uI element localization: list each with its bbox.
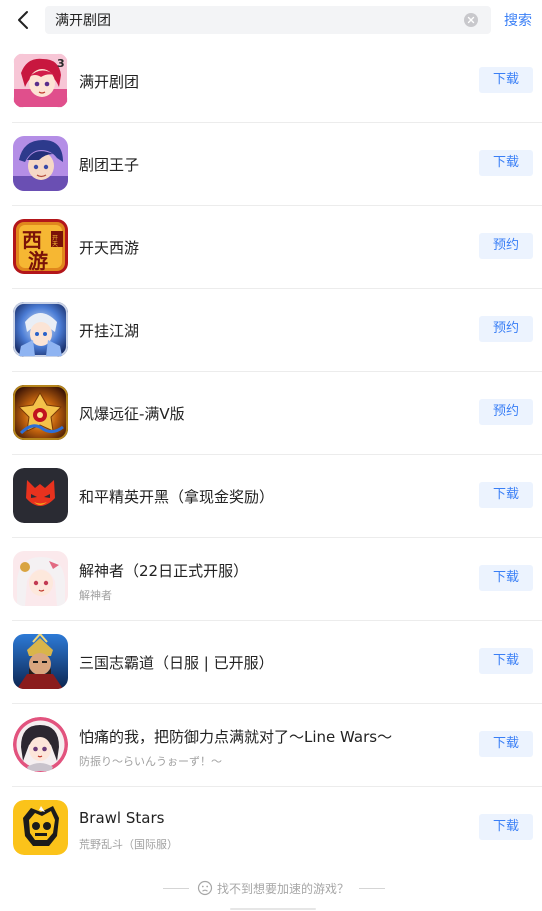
search-box [45,6,491,34]
game-title: 开挂江湖 [79,322,140,340]
list-item[interactable]: 剧团王子 下载 [0,123,542,206]
download-button[interactable]: 下载 [479,648,533,674]
list-item[interactable]: 3 满开剧团 下载 [0,40,542,123]
download-button[interactable]: 下载 [479,150,533,176]
svg-text:游: 游 [28,249,48,273]
anime-boy-purple-icon [13,136,68,191]
search-input[interactable] [55,6,455,34]
list-item[interactable]: Brawl Stars 荒野乱斗（国际服） 下载 [0,787,542,870]
chibi-girl-icon [13,717,68,772]
reserve-button[interactable]: 预约 [479,316,533,342]
white-hair-girl-icon [13,551,68,606]
game-subtitle: 防振り〜らいんうぉーず！〜 [79,755,222,768]
list-item[interactable]: 西 游 开 天 开天西游 预约 [0,206,542,289]
list-item[interactable]: 怕痛的我，把防御力点满就对了〜Line Wars〜 防振り〜らいんうぉーず！〜 … [0,704,542,787]
game-title: 开天西游 [79,239,140,257]
list-item[interactable]: 风爆远征-满V版 预约 [0,372,542,455]
red-face-mascot-icon [13,468,68,523]
reserve-button[interactable]: 预约 [479,399,533,425]
anime-girl-pink-icon: 3 [13,53,68,108]
game-title: 解神者（22日正式开服） [79,562,249,580]
footer-not-found-link[interactable]: 找不到想要加速的游戏？ [217,880,349,897]
download-button[interactable]: 下载 [479,565,533,591]
footer-divider-right [359,888,385,889]
three-kingdoms-warrior-icon [13,634,68,689]
svg-text:天: 天 [52,241,58,248]
brawl-skull-icon [13,800,68,855]
clear-icon[interactable] [464,13,478,27]
home-indicator [230,908,316,910]
game-list: 3 满开剧团 下载 剧团王子 下载 西 游 开 天 开天西游 预约 开挂江湖 预… [0,40,542,870]
game-title: Brawl Stars [79,809,165,827]
golden-emblem-icon [13,385,68,440]
footer-divider-left [163,888,189,889]
download-button[interactable]: 下载 [479,814,533,840]
list-item[interactable]: 解神者（22日正式开服） 解神者 下载 [0,538,542,621]
game-title: 风爆远征-满V版 [79,405,185,423]
back-arrow-icon[interactable] [12,8,36,32]
list-item[interactable]: 开挂江湖 预约 [0,289,542,372]
download-button[interactable]: 下载 [479,482,533,508]
footer: 找不到想要加速的游戏？ [0,869,542,911]
game-title: 和平精英开黑（拿现金奖励） [79,488,275,506]
list-item[interactable]: 和平精英开黑（拿现金奖励） 下载 [0,455,542,538]
xiyou-logo-icon: 西 游 开 天 [13,219,68,274]
game-title: 剧团王子 [79,156,140,174]
game-subtitle: 荒野乱斗（国际服） [79,838,178,851]
fantasy-warrior-icon [13,302,68,357]
search-header: 搜索 [0,0,542,40]
download-button[interactable]: 下载 [479,731,533,757]
game-title: 三国志霸道（日服 | 已开服） [79,654,274,672]
game-subtitle: 解神者 [79,589,112,602]
search-button[interactable]: 搜索 [504,10,532,30]
game-title: 满开剧团 [79,73,140,91]
list-item[interactable]: 三国志霸道（日服 | 已开服） 下载 [0,621,542,704]
svg-text:3: 3 [57,57,65,70]
reserve-button[interactable]: 预约 [479,233,533,259]
game-title: 怕痛的我，把防御力点满就对了〜Line Wars〜 [79,728,393,746]
download-button[interactable]: 下载 [479,67,533,93]
sad-face-icon [197,880,213,896]
